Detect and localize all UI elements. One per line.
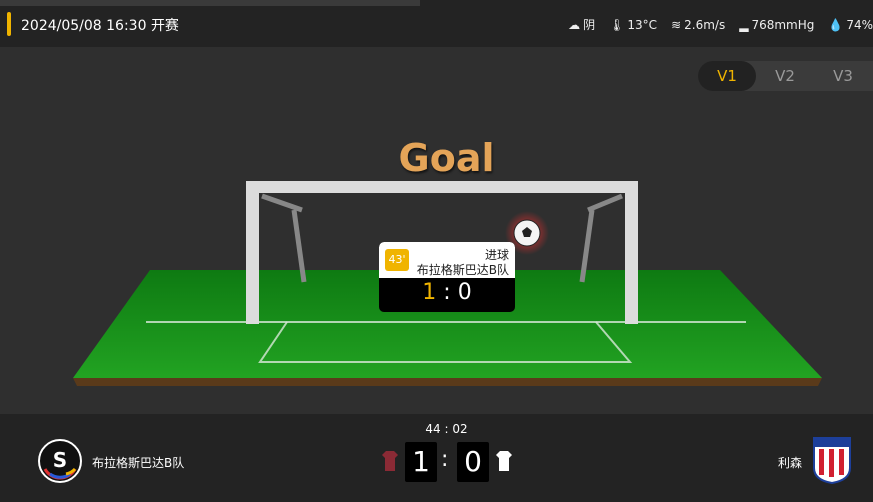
- goal-left-post: [246, 181, 259, 324]
- away-score: 0: [457, 442, 489, 482]
- home-shirt-icon: [382, 451, 398, 471]
- home-team-name: 布拉格斯巴达B队: [92, 456, 185, 470]
- event-minute: 43': [385, 249, 409, 271]
- svg-text:S: S: [53, 448, 67, 472]
- pitch-soil: [73, 378, 822, 386]
- goal-right-back-stay: [587, 193, 623, 213]
- event-score-away: 0: [457, 280, 472, 305]
- home-score: 1: [405, 442, 437, 482]
- away-team-logo: [813, 437, 851, 484]
- goal-left-back-stay: [261, 193, 303, 213]
- event-score: 1 : 0: [379, 280, 515, 305]
- away-shirt-icon: [496, 451, 512, 471]
- home-team-logo: S: [38, 439, 82, 483]
- event-team: 布拉格斯巴达B队: [416, 263, 509, 277]
- pitch-animation: [73, 181, 822, 386]
- goal-crossbar: [246, 181, 638, 193]
- away-team-name: 利森: [778, 456, 803, 470]
- goal-title: Goal: [398, 136, 495, 180]
- goal-right-post: [625, 181, 638, 324]
- score-separator: :: [441, 447, 449, 472]
- scoreboard: S 布拉格斯巴达B队 44 : 02 1 : 0 利森: [0, 414, 873, 502]
- event-score-sep: :: [443, 280, 451, 305]
- event-card-top: 43' 进球 布拉格斯巴达B队: [379, 242, 515, 278]
- goal-event-card: 43' 进球 布拉格斯巴达B队 1 : 0: [379, 242, 515, 312]
- match-clock: 44 : 02: [425, 422, 468, 436]
- event-score-home: 1: [422, 280, 437, 305]
